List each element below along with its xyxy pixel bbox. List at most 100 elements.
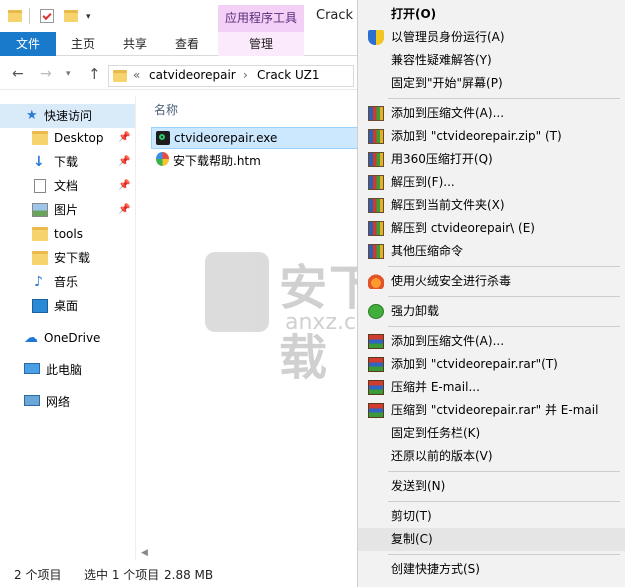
360zip-icon bbox=[368, 221, 384, 236]
nav-item-music[interactable]: ♪ 音乐 bbox=[0, 270, 136, 294]
nav-item-desktop-cn[interactable]: 桌面 bbox=[0, 294, 136, 318]
menu-item-360-more[interactable]: 其他压缩命令 bbox=[358, 240, 625, 263]
nav-this-pc[interactable]: 此电脑 bbox=[0, 358, 136, 382]
nav-item-label: 文档 bbox=[54, 179, 79, 193]
pin-icon: 📌 bbox=[118, 156, 131, 167]
customize-toolbar-icon[interactable]: ▾ bbox=[86, 12, 91, 22]
menu-item-pin-start[interactable]: 固定到"开始"屏幕(P) bbox=[358, 72, 625, 95]
tab-share[interactable]: 共享 bbox=[112, 32, 158, 56]
column-header-name[interactable]: 名称 bbox=[154, 101, 178, 118]
tab-file[interactable]: 文件 bbox=[0, 32, 56, 56]
breadcrumb-crack-uz1[interactable]: Crack UZ1 bbox=[257, 68, 319, 82]
tab-manage[interactable]: 管理 bbox=[218, 32, 304, 56]
cloud-icon: ☁ bbox=[24, 330, 38, 346]
menu-item-label: 添加到压缩文件(A)... bbox=[391, 106, 505, 120]
menu-item-label: 用360压缩打开(Q) bbox=[391, 152, 493, 166]
quick-access-toolbar-divider bbox=[29, 8, 30, 24]
menu-item-360-open[interactable]: 用360压缩打开(Q) bbox=[358, 148, 625, 171]
address-field[interactable]: « catvideorepair › Crack UZ1 bbox=[108, 65, 354, 87]
htm-file-icon bbox=[156, 152, 169, 166]
download-arrow-icon: ↓ bbox=[33, 154, 45, 170]
menu-item-label: 还原以前的版本(V) bbox=[391, 449, 493, 463]
exe-app-icon bbox=[156, 131, 170, 145]
menu-item-360-extract-here[interactable]: 解压到当前文件夹(X) bbox=[358, 194, 625, 217]
nav-quick-access[interactable]: ★ 快速访问 bbox=[0, 104, 136, 128]
360zip-icon bbox=[368, 129, 384, 144]
file-row[interactable]: ctvideorepair.exe bbox=[151, 127, 358, 149]
menu-item-label: 复制(C) bbox=[391, 532, 433, 546]
menu-item-restore-versions[interactable]: 还原以前的版本(V) bbox=[358, 445, 625, 468]
ribbon-tabs: 文件 主页 共享 查看 管理 bbox=[0, 32, 360, 56]
menu-item-label: 解压到 ctvideorepair\ (E) bbox=[391, 221, 535, 235]
pin-icon: 📌 bbox=[118, 204, 131, 215]
360zip-icon bbox=[368, 244, 384, 259]
menu-item-360-add-archive[interactable]: 添加到压缩文件(A)... bbox=[358, 102, 625, 125]
horizontal-scrollbar[interactable]: ◀ bbox=[137, 548, 358, 562]
menu-item-winrar-rar-email[interactable]: 压缩到 "ctvideorepair.rar" 并 E-mail bbox=[358, 399, 625, 422]
menu-item-cut[interactable]: 剪切(T) bbox=[358, 505, 625, 528]
menu-item-create-shortcut[interactable]: 创建快捷方式(S) bbox=[358, 558, 625, 581]
menu-item-360-extract-folder[interactable]: 解压到 ctvideorepair\ (E) bbox=[358, 217, 625, 240]
menu-item-label: 强力卸载 bbox=[391, 304, 440, 318]
nav-item-label: 安下载 bbox=[54, 251, 91, 265]
up-arrow-icon[interactable]: ↑ bbox=[88, 65, 101, 83]
forward-arrow-icon[interactable]: → bbox=[40, 66, 52, 82]
360zip-icon bbox=[368, 198, 384, 213]
menu-item-pin-taskbar[interactable]: 固定到任务栏(K) bbox=[358, 422, 625, 445]
menu-item-run-as-admin[interactable]: 以管理员身份运行(A) bbox=[358, 26, 625, 49]
nav-item-label: 此电脑 bbox=[46, 363, 83, 377]
menu-item-label: 添加到压缩文件(A)... bbox=[391, 334, 505, 348]
breadcrumb-overflow[interactable]: « bbox=[133, 68, 140, 82]
menu-item-copy[interactable]: 复制(C) bbox=[358, 528, 625, 551]
menu-item-360-extract-to[interactable]: 解压到(F)... bbox=[358, 171, 625, 194]
pin-icon: 📌 bbox=[118, 132, 131, 143]
nav-onedrive[interactable]: ☁ OneDrive bbox=[0, 326, 136, 350]
nav-network[interactable]: 网络 bbox=[0, 390, 136, 414]
breadcrumb-catvideorepair[interactable]: catvideorepair bbox=[149, 68, 236, 82]
tab-home[interactable]: 主页 bbox=[60, 32, 106, 56]
status-bar: 2 个项目 选中 1 个项目 2.88 MB bbox=[0, 564, 360, 587]
nav-item-label: 下载 bbox=[54, 155, 79, 169]
nav-pane-divider[interactable] bbox=[135, 96, 136, 560]
nav-item-tools[interactable]: tools bbox=[0, 222, 136, 246]
window-title: Crack bbox=[316, 8, 354, 23]
menu-item-label: 压缩到 "ctvideorepair.rar" 并 E-mail bbox=[391, 403, 599, 417]
uac-shield-icon bbox=[368, 30, 384, 45]
menu-item-open[interactable]: 打开(O) bbox=[358, 3, 625, 26]
file-name: ctvideorepair.exe bbox=[174, 131, 278, 145]
nav-item-desktop[interactable]: Desktop 📌 bbox=[0, 126, 136, 150]
chevron-right-icon[interactable]: › bbox=[243, 68, 248, 82]
menu-item-label: 剪切(T) bbox=[391, 509, 432, 523]
menu-item-force-uninstall[interactable]: 强力卸载 bbox=[358, 300, 625, 323]
menu-item-winrar-add-archive[interactable]: 添加到压缩文件(A)... bbox=[358, 330, 625, 353]
nav-item-anxiazai[interactable]: 安下载 bbox=[0, 246, 136, 270]
nav-item-downloads[interactable]: ↓ 下载 📌 bbox=[0, 150, 136, 174]
menu-item-compat-troubleshoot[interactable]: 兼容性疑难解答(Y) bbox=[358, 49, 625, 72]
back-arrow-icon[interactable]: ← bbox=[12, 66, 24, 82]
tab-view[interactable]: 查看 bbox=[164, 32, 210, 56]
menu-item-label: 添加到 "ctvideorepair.zip" (T) bbox=[391, 129, 562, 143]
menu-item-huorong-scan[interactable]: 使用火绒安全进行杀毒 bbox=[358, 270, 625, 293]
winrar-icon bbox=[368, 334, 384, 349]
menu-separator bbox=[388, 296, 620, 297]
scroll-left-icon[interactable]: ◀ bbox=[141, 548, 148, 558]
properties-icon[interactable] bbox=[40, 9, 54, 23]
huorong-icon bbox=[368, 274, 384, 289]
winrar-icon bbox=[368, 357, 384, 372]
nav-item-documents[interactable]: 文档 📌 bbox=[0, 174, 136, 198]
menu-item-winrar-email[interactable]: 压缩并 E-mail... bbox=[358, 376, 625, 399]
folder-icon bbox=[113, 70, 127, 82]
file-row[interactable]: 安下载帮助.htm bbox=[151, 149, 358, 171]
menu-item-label: 固定到"开始"屏幕(P) bbox=[391, 76, 503, 90]
nav-item-label: 快速访问 bbox=[44, 109, 93, 123]
360zip-icon bbox=[368, 152, 384, 167]
menu-item-360-add-zip[interactable]: 添加到 "ctvideorepair.zip" (T) bbox=[358, 125, 625, 148]
nav-item-label: Desktop bbox=[54, 131, 104, 145]
menu-separator bbox=[388, 471, 620, 472]
music-note-icon: ♪ bbox=[34, 274, 43, 290]
nav-item-pictures[interactable]: 图片 📌 bbox=[0, 198, 136, 222]
menu-item-winrar-add-rar[interactable]: 添加到 "ctvideorepair.rar"(T) bbox=[358, 353, 625, 376]
menu-item-send-to[interactable]: 发送到(N) bbox=[358, 475, 625, 498]
recent-locations-icon[interactable]: ▾ bbox=[66, 69, 71, 79]
new-folder-icon[interactable] bbox=[64, 10, 78, 22]
